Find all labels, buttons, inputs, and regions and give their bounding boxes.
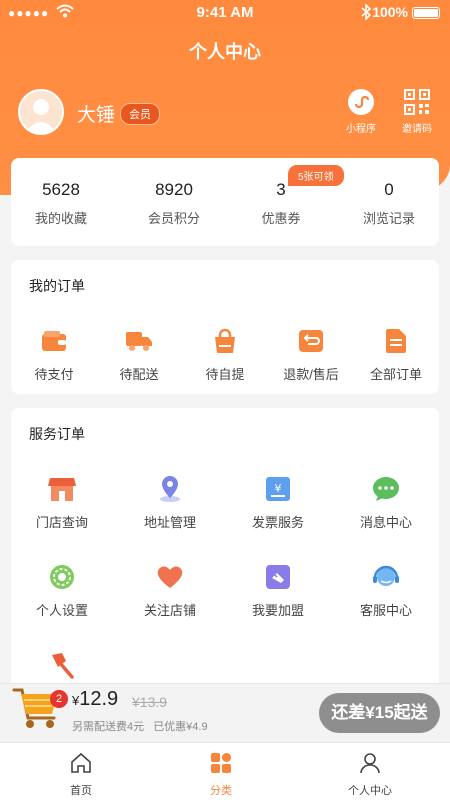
service-label: 消息中心 bbox=[359, 515, 412, 530]
service-label: 我要加盟 bbox=[251, 603, 304, 618]
stat-label: 我的收藏 bbox=[34, 211, 87, 226]
service-follow-store[interactable]: 关注店铺 bbox=[127, 562, 213, 619]
order-refund[interactable]: 退款/售后 bbox=[268, 326, 354, 383]
category-icon bbox=[211, 753, 231, 773]
stat-label: 会员积分 bbox=[147, 211, 200, 226]
service-label: 关注店铺 bbox=[143, 603, 196, 618]
bag-icon bbox=[210, 326, 240, 356]
member-badge: 会员 bbox=[120, 103, 160, 125]
heart-icon bbox=[155, 562, 185, 592]
mini-program-label: 小程序 bbox=[346, 124, 376, 135]
checkout-button[interactable]: 还差¥15起送 bbox=[319, 693, 440, 733]
stat-coupons[interactable]: 3 优惠券 bbox=[231, 180, 331, 227]
tab-profile[interactable]: 个人中心 bbox=[320, 751, 420, 798]
coupon-available-tag[interactable]: 5张可领 bbox=[288, 165, 344, 186]
qr-code-icon bbox=[403, 88, 431, 116]
order-pending-delivery[interactable]: 待配送 bbox=[96, 326, 182, 383]
mini-program-button[interactable]: 小程序 bbox=[336, 88, 386, 135]
tab-label: 首页 bbox=[70, 785, 92, 797]
headset-icon bbox=[371, 562, 401, 592]
stats-card: 5628 我的收藏 8920 会员积分 3 优惠券 0 浏览记录 bbox=[11, 158, 439, 246]
mini-program-icon bbox=[347, 88, 375, 116]
order-label: 待自提 bbox=[205, 367, 245, 382]
orders-title: 我的订单 bbox=[29, 278, 85, 294]
stat-value: 8920 bbox=[155, 180, 193, 199]
order-all[interactable]: 全部订单 bbox=[353, 326, 439, 383]
service-label: 客服中心 bbox=[359, 603, 412, 618]
service-address[interactable]: 地址管理 bbox=[127, 474, 213, 531]
battery-percent: 100% bbox=[372, 4, 408, 20]
services-title: 服务订单 bbox=[29, 426, 85, 442]
service-label: 个人设置 bbox=[35, 603, 88, 618]
invite-code-button[interactable]: 邀请码 bbox=[392, 88, 442, 135]
avatar[interactable] bbox=[18, 89, 64, 135]
page-title: 个人中心 bbox=[189, 42, 261, 62]
stat-label: 浏览记录 bbox=[362, 211, 415, 226]
stat-history[interactable]: 0 浏览记录 bbox=[339, 180, 439, 227]
service-messages[interactable]: 消息中心 bbox=[343, 474, 429, 531]
service-invoice[interactable]: ¥ 发票服务 bbox=[235, 474, 321, 531]
stat-favorites[interactable]: 5628 我的收藏 bbox=[11, 180, 111, 227]
invite-code-label: 邀请码 bbox=[402, 124, 432, 135]
document-icon bbox=[381, 326, 411, 356]
cart-notes: 另需配送费4元 已优惠¥4.9 bbox=[72, 718, 208, 734]
stat-value: 5628 bbox=[42, 180, 80, 199]
service-store-search[interactable]: 门店查询 bbox=[19, 474, 105, 531]
handshake-icon bbox=[263, 562, 293, 592]
stat-points[interactable]: 8920 会员积分 bbox=[124, 180, 224, 227]
order-label: 全部订单 bbox=[369, 367, 422, 382]
battery-icon bbox=[412, 7, 440, 19]
location-icon bbox=[155, 474, 185, 504]
wallet-icon bbox=[39, 326, 69, 356]
cart-total-price: ¥12.9 bbox=[72, 688, 118, 711]
orders-card: 我的订单 待支付 待配送 待自提 退款/售后 全部订单 bbox=[11, 260, 439, 394]
original-price: ¥13.9 bbox=[132, 694, 168, 710]
invoice-icon: ¥ bbox=[263, 474, 293, 504]
service-franchise[interactable]: 我要加盟 bbox=[235, 562, 321, 619]
delivery-fee-note: 另需配送费4元 bbox=[72, 721, 145, 733]
svg-text:¥: ¥ bbox=[275, 482, 282, 495]
service-customer-support[interactable]: 客服中心 bbox=[343, 562, 429, 619]
chat-icon bbox=[371, 474, 401, 504]
order-label: 待配送 bbox=[119, 367, 159, 382]
user-name: 大锤 bbox=[77, 105, 116, 126]
price-value: 12.9 bbox=[79, 688, 119, 710]
bluetooth-icon bbox=[361, 4, 372, 20]
tab-label: 分类 bbox=[210, 785, 232, 797]
refund-icon bbox=[296, 326, 326, 356]
user-icon bbox=[360, 753, 380, 774]
stat-value: 0 bbox=[384, 180, 394, 199]
store-icon bbox=[47, 474, 77, 504]
cart-count-badge: 2 bbox=[50, 690, 68, 708]
order-label: 退款/售后 bbox=[283, 367, 339, 382]
services-card: 服务订单 门店查询 地址管理 ¥ 发票服务 消息中心 个人设置 关注店铺 我要加… bbox=[11, 408, 439, 708]
discount-note: 已优惠¥4.9 bbox=[153, 721, 208, 733]
tab-category[interactable]: 分类 bbox=[171, 751, 271, 798]
service-label: 发票服务 bbox=[251, 515, 304, 530]
status-bar: ●●●●● 9:41 AM 100% bbox=[0, 0, 450, 26]
order-label: 待支付 bbox=[34, 367, 74, 382]
tab-bar: 首页 分类 个人中心 bbox=[0, 742, 450, 800]
tab-label: 个人中心 bbox=[348, 785, 392, 797]
home-icon bbox=[71, 752, 91, 773]
service-label: 门店查询 bbox=[35, 515, 88, 530]
truck-icon bbox=[124, 326, 154, 356]
service-label: 地址管理 bbox=[143, 515, 196, 530]
order-pending-payment[interactable]: 待支付 bbox=[11, 326, 97, 383]
avatar-icon bbox=[25, 99, 57, 133]
cart-bar: 2 ¥12.9 ¥13.9 另需配送费4元 已优惠¥4.9 还差¥15起送 bbox=[0, 683, 450, 741]
order-pending-pickup[interactable]: 待自提 bbox=[182, 326, 268, 383]
tab-home[interactable]: 首页 bbox=[31, 751, 131, 798]
service-settings[interactable]: 个人设置 bbox=[19, 562, 105, 619]
stat-label: 优惠券 bbox=[261, 211, 301, 226]
settings-icon bbox=[47, 562, 77, 592]
